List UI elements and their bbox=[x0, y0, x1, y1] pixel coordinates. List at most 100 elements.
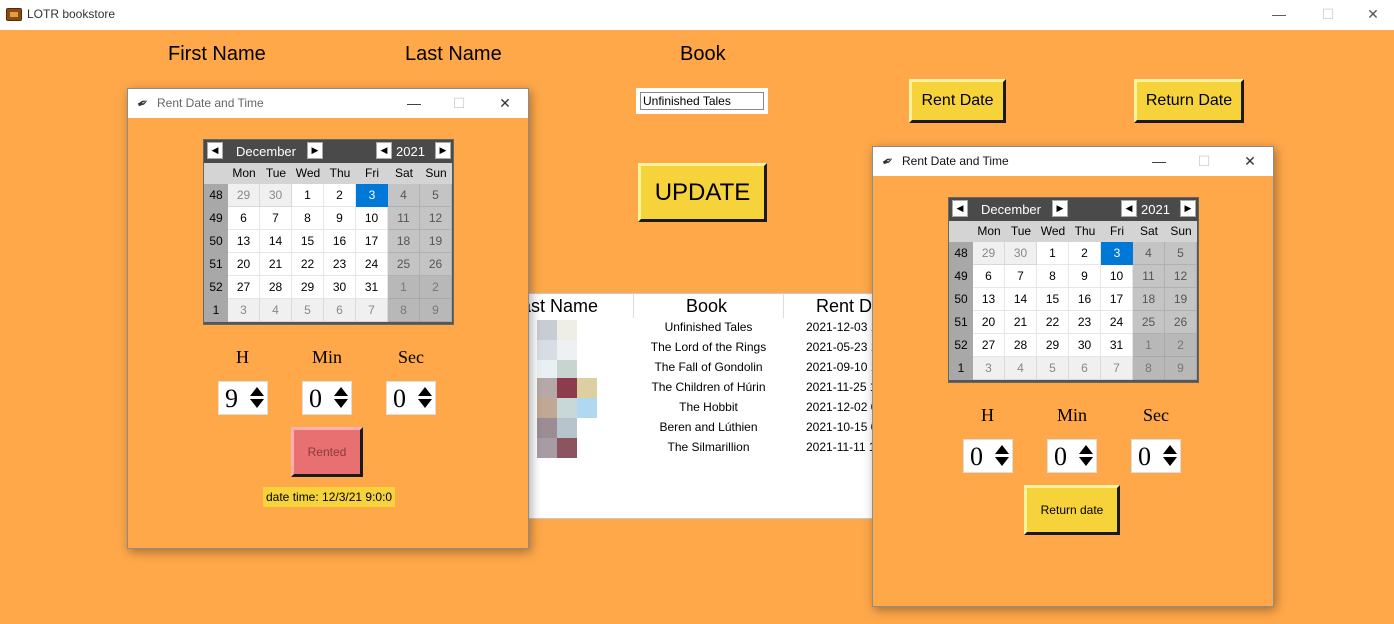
calendar-day[interactable]: 22 bbox=[292, 253, 324, 276]
rent-window-minimize-button[interactable]: — bbox=[392, 89, 436, 118]
calendar-day[interactable]: 26 bbox=[420, 253, 452, 276]
spin-down-icon[interactable] bbox=[994, 457, 1009, 466]
spin-up-icon[interactable] bbox=[1078, 445, 1093, 454]
hour-spinbox[interactable]: 9 bbox=[218, 381, 268, 415]
calendar-day[interactable]: 6 bbox=[973, 265, 1005, 288]
next-month-icon[interactable]: ▶ bbox=[307, 142, 323, 159]
return-window[interactable]: ✒ Rent Date and Time — ☐ ✕ ◀ December ▶ … bbox=[872, 146, 1274, 607]
calendar-day[interactable]: 2 bbox=[1069, 242, 1101, 265]
table-row-rent-date[interactable]: 2021-11-25 1 bbox=[806, 380, 877, 394]
calendar-day[interactable]: 2 bbox=[324, 184, 356, 207]
calendar-day[interactable]: 8 bbox=[292, 207, 324, 230]
column-header-rent-date[interactable]: Rent D bbox=[816, 296, 872, 317]
calendar-day[interactable]: 11 bbox=[1133, 265, 1165, 288]
calendar-day[interactable]: 29 bbox=[1037, 334, 1069, 357]
spin-down-icon[interactable] bbox=[1078, 457, 1093, 466]
calendar-day[interactable]: 4 bbox=[260, 299, 292, 322]
calendar-day[interactable]: 12 bbox=[1165, 265, 1197, 288]
calendar-day[interactable]: 10 bbox=[356, 207, 388, 230]
calendar-day[interactable]: 7 bbox=[260, 207, 292, 230]
spin-down-icon[interactable] bbox=[1162, 457, 1177, 466]
calendar-day[interactable]: 6 bbox=[1069, 357, 1101, 380]
spin-arrows[interactable] bbox=[249, 385, 264, 413]
records-table[interactable]: ast Name Book Rent D Unfinished Tales 20… bbox=[520, 293, 880, 519]
calendar-day[interactable]: 1 bbox=[1133, 334, 1165, 357]
rent-date-button[interactable]: Rent Date bbox=[909, 79, 1006, 123]
table-row-book[interactable]: Beren and Lúthien bbox=[631, 420, 786, 434]
calendar-day[interactable]: 4 bbox=[1005, 357, 1037, 380]
calendar-day[interactable]: 3 bbox=[973, 357, 1005, 380]
calendar-day[interactable]: 19 bbox=[1165, 288, 1197, 311]
calendar-day[interactable]: 18 bbox=[1133, 288, 1165, 311]
calendar-day[interactable]: 30 bbox=[1005, 242, 1037, 265]
table-row-book[interactable]: The Lord of the Rings bbox=[631, 340, 786, 354]
minute-value[interactable]: 0 bbox=[309, 384, 322, 414]
calendar-day[interactable]: 21 bbox=[1005, 311, 1037, 334]
calendar-day[interactable]: 20 bbox=[973, 311, 1005, 334]
calendar-day[interactable]: 15 bbox=[292, 230, 324, 253]
table-row-book[interactable]: The Fall of Gondolin bbox=[631, 360, 786, 374]
table-row-rent-date[interactable]: 2021-05-23 1 bbox=[806, 340, 877, 354]
calendar-day[interactable]: 16 bbox=[1069, 288, 1101, 311]
table-row-book[interactable]: Unfinished Tales bbox=[631, 320, 786, 334]
calendar-day[interactable]: 22 bbox=[1037, 311, 1069, 334]
rent-window-titlebar[interactable]: ✒ Rent Date and Time — ☐ ✕ bbox=[128, 89, 528, 118]
prev-month-icon[interactable]: ◀ bbox=[952, 200, 968, 217]
calendar-day[interactable]: 27 bbox=[973, 334, 1005, 357]
calendar-day[interactable]: 7 bbox=[1101, 357, 1133, 380]
return-date-button[interactable]: Return Date bbox=[1134, 79, 1244, 123]
spin-up-icon[interactable] bbox=[994, 445, 1009, 454]
calendar-day[interactable]: 26 bbox=[1165, 311, 1197, 334]
spin-up-icon[interactable] bbox=[249, 387, 264, 396]
prev-year-icon[interactable]: ◀ bbox=[1121, 200, 1137, 217]
table-row-rent-date[interactable]: 2021-12-02 0 bbox=[806, 400, 877, 414]
table-row-rent-date[interactable]: 2021-11-11 1 bbox=[806, 440, 876, 454]
hour-spinbox[interactable]: 0 bbox=[963, 439, 1013, 473]
calendar-day[interactable]: 9 bbox=[420, 299, 452, 322]
column-header-last-name[interactable]: ast Name bbox=[521, 296, 598, 317]
spin-arrows[interactable] bbox=[333, 385, 348, 413]
calendar-day[interactable]: 23 bbox=[324, 253, 356, 276]
rent-window-close-button[interactable]: ✕ bbox=[483, 89, 527, 118]
calendar-day[interactable]: 6 bbox=[324, 299, 356, 322]
second-spinbox[interactable]: 0 bbox=[386, 381, 436, 415]
table-row-rent-date[interactable]: 2021-12-03 1 bbox=[806, 320, 877, 334]
return-calendar[interactable]: ◀ December ▶ ◀ 2021 ▶ Mon Tue Wed Thu Fri Sat… bbox=[948, 197, 1199, 383]
spin-up-icon[interactable] bbox=[333, 387, 348, 396]
calendar-day[interactable]: 17 bbox=[356, 230, 388, 253]
second-value[interactable]: 0 bbox=[393, 384, 406, 414]
table-row-book[interactable]: The Children of Húrin bbox=[631, 380, 786, 394]
spin-up-icon[interactable] bbox=[417, 387, 432, 396]
calendar-day[interactable]: 3 bbox=[228, 299, 260, 322]
calendar-day[interactable]: 1 bbox=[1037, 242, 1069, 265]
rent-window[interactable]: ✒ Rent Date and Time — ☐ ✕ ◀ December ▶ … bbox=[127, 88, 529, 549]
table-row-rent-date[interactable]: 2021-09-10 1 bbox=[806, 360, 877, 374]
calendar-day[interactable]: 24 bbox=[356, 253, 388, 276]
second-value[interactable]: 0 bbox=[1138, 442, 1151, 472]
calendar-day[interactable]: 19 bbox=[420, 230, 452, 253]
calendar-day[interactable]: 31 bbox=[1101, 334, 1133, 357]
return-window-minimize-button[interactable]: — bbox=[1137, 147, 1181, 176]
calendar-grid[interactable]: Mon Tue Wed Thu Fri Sat Sun 48 29 30 1 2 3 4 5 49 6 7 8 9 10… bbox=[949, 221, 1197, 380]
spin-arrows[interactable] bbox=[1078, 443, 1093, 471]
spin-up-icon[interactable] bbox=[1162, 445, 1177, 454]
calendar-day[interactable]: 16 bbox=[324, 230, 356, 253]
minute-spinbox[interactable]: 0 bbox=[302, 381, 352, 415]
return-date-confirm-button[interactable]: Return date bbox=[1024, 485, 1120, 535]
calendar-day[interactable]: 25 bbox=[388, 253, 420, 276]
hour-value[interactable]: 0 bbox=[970, 442, 983, 472]
calendar-day[interactable]: 28 bbox=[1005, 334, 1037, 357]
calendar-day[interactable]: 29 bbox=[228, 184, 260, 207]
spin-down-icon[interactable] bbox=[333, 399, 348, 408]
return-window-maximize-button[interactable]: ☐ bbox=[1182, 147, 1226, 176]
calendar-day[interactable]: 17 bbox=[1101, 288, 1133, 311]
calendar-day[interactable]: 18 bbox=[388, 230, 420, 253]
rented-button[interactable]: Rented bbox=[291, 427, 363, 477]
hour-value[interactable]: 9 bbox=[225, 384, 238, 414]
table-row-book[interactable]: The Hobbit bbox=[631, 400, 786, 414]
calendar-day[interactable]: 29 bbox=[292, 276, 324, 299]
table-row-rent-date[interactable]: 2021-10-15 0 bbox=[806, 420, 877, 434]
close-button[interactable]: ✕ bbox=[1350, 0, 1394, 30]
calendar-day[interactable]: 15 bbox=[1037, 288, 1069, 311]
minute-spinbox[interactable]: 0 bbox=[1047, 439, 1097, 473]
